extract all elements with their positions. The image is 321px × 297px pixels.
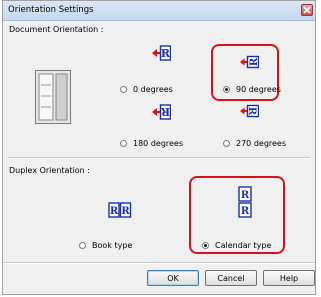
svg-text:R: R <box>160 105 170 118</box>
radio-book-type-input[interactable] <box>79 242 86 249</box>
option-90-degrees-label: 90 degrees <box>236 85 281 94</box>
duplex-orientation-label: Duplex Orientation : <box>9 166 90 175</box>
radio-book-type[interactable]: Book type <box>79 241 132 250</box>
radio-calendar-type[interactable]: Calendar type <box>202 241 271 250</box>
footer-divider <box>3 262 315 264</box>
svg-text:R: R <box>241 190 250 201</box>
radio-calendar-type-input[interactable] <box>202 242 209 249</box>
svg-text:R: R <box>246 107 257 116</box>
svg-text:R: R <box>121 206 130 217</box>
option-0-degrees-label: 0 degrees <box>133 85 173 94</box>
ok-button[interactable]: OK <box>147 270 199 286</box>
orientation-90-icon: R <box>239 54 260 72</box>
radio-0-degrees-input[interactable] <box>120 86 127 93</box>
help-button[interactable]: Help <box>263 270 315 286</box>
radio-0-degrees[interactable]: 0 degrees <box>120 85 173 94</box>
option-270-degrees-label: 270 degrees <box>236 139 287 148</box>
book-type-icon: R R <box>108 201 132 221</box>
orientation-0-icon: R <box>151 44 172 64</box>
radio-270-degrees-input[interactable] <box>223 140 230 147</box>
option-calendar-type-label: Calendar type <box>215 241 272 250</box>
window-title: Orientation Settings <box>8 5 94 15</box>
svg-text:R: R <box>110 206 119 217</box>
radio-180-degrees[interactable]: 180 degrees <box>120 139 183 148</box>
radio-90-degrees-input[interactable] <box>223 86 230 93</box>
svg-text:R: R <box>249 57 259 66</box>
document-orientation-label: Document Orientation : <box>9 25 104 34</box>
cancel-button[interactable]: Cancel <box>205 270 257 286</box>
svg-text:R: R <box>241 206 250 217</box>
calendar-type-icon: R R <box>238 186 252 220</box>
radio-90-degrees[interactable]: 90 degrees <box>223 85 281 94</box>
option-book-type-label: Book type <box>92 241 133 250</box>
title-bar: Orientation Settings <box>3 1 315 21</box>
option-180-degrees-label: 180 degrees <box>133 139 184 148</box>
radio-270-degrees[interactable]: 270 degrees <box>223 139 286 148</box>
section-divider <box>8 157 310 159</box>
document-preview <box>35 70 71 124</box>
svg-text:R: R <box>161 47 171 60</box>
orientation-settings-dialog: Orientation Settings Document Orientatio… <box>2 0 316 295</box>
orientation-270-icon: R <box>239 103 260 121</box>
radio-180-degrees-input[interactable] <box>120 140 127 147</box>
orientation-180-icon: R <box>151 103 172 123</box>
close-icon[interactable] <box>301 4 313 16</box>
